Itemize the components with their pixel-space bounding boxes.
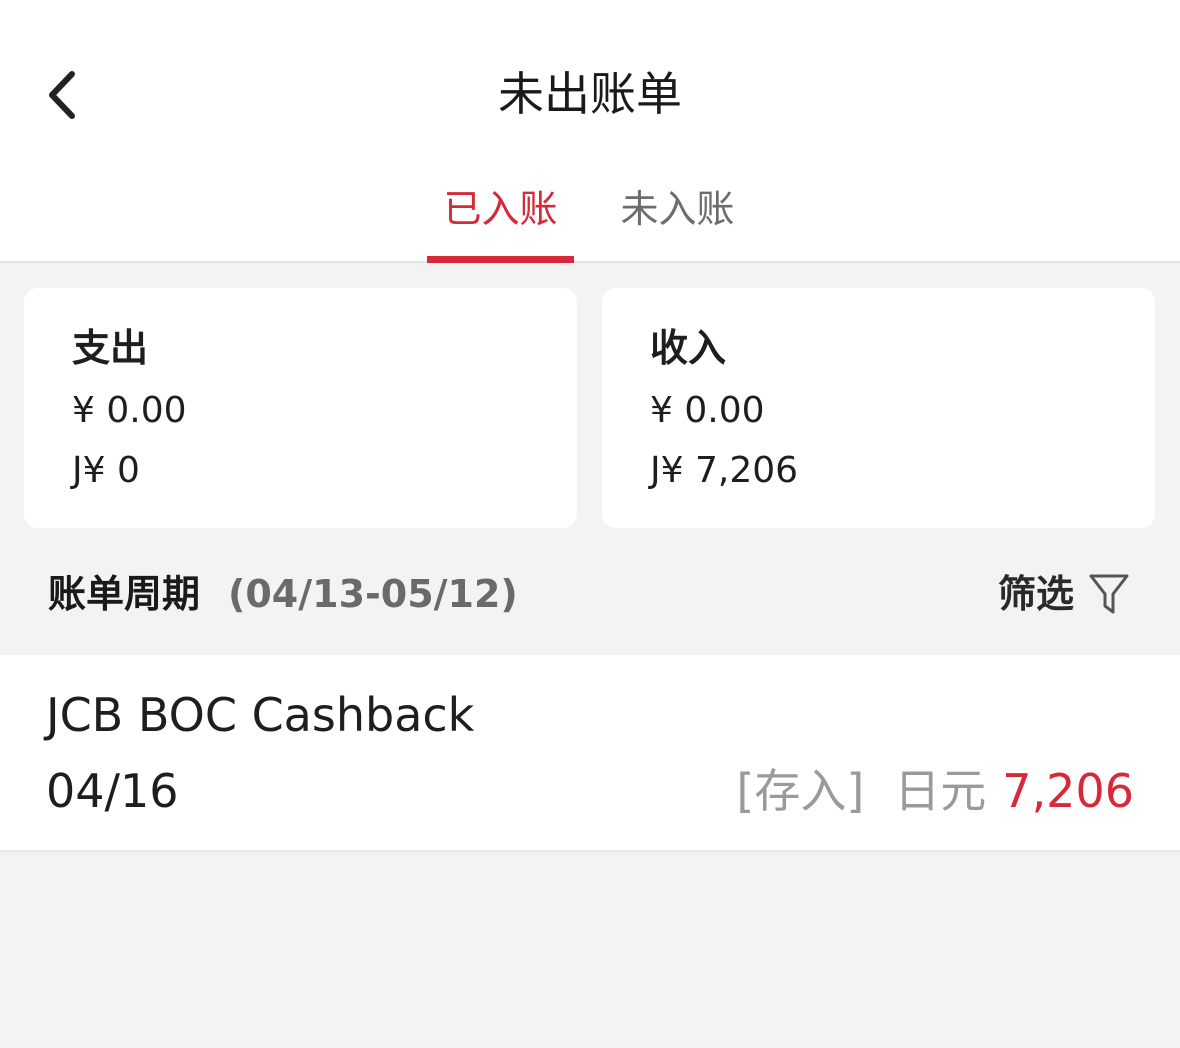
income-label: 收入	[650, 326, 727, 370]
income-summary-card: 收入 ¥ 0.00 J¥ 7,206	[602, 288, 1155, 528]
transaction-row[interactable]: JCB BOC Cashback 04/16 [存入] 日元 7,206	[0, 655, 1180, 852]
tab-posted[interactable]: 已入账	[427, 184, 574, 234]
income-jpy-value: J¥ 7,206	[650, 450, 799, 491]
transaction-currency: 日元	[894, 764, 987, 818]
filter-button[interactable]: 筛选	[998, 569, 1130, 619]
tab-pending[interactable]: 未入账	[604, 184, 751, 234]
expense-label: 支出	[72, 326, 149, 370]
active-tab-indicator	[427, 256, 574, 263]
top-bar: 未出账单 已入账 未入账	[0, 0, 1180, 263]
billing-period-range: (04/13-05/12)	[228, 572, 518, 616]
transaction-amount: 7,206	[1002, 764, 1134, 818]
filter-funnel-icon	[1089, 574, 1129, 614]
billing-period-label: 账单周期	[48, 572, 201, 616]
filter-label: 筛选	[997, 572, 1074, 616]
transaction-date: 04/16	[46, 764, 179, 818]
expense-summary-card: 支出 ¥ 0.00 J¥ 0	[24, 288, 577, 528]
page-title: 未出账单	[498, 67, 682, 121]
income-cny-value: ¥ 0.00	[650, 390, 765, 431]
transaction-amount-group: [存入] 日元 7,206	[736, 761, 1134, 821]
transaction-merchant: JCB BOC Cashback	[46, 688, 475, 742]
billing-period-bar: 账单周期 (04/13-05/12) 筛选	[0, 545, 1180, 655]
expense-jpy-value: J¥ 0	[72, 450, 140, 491]
expense-cny-value: ¥ 0.00	[72, 390, 187, 431]
transaction-type-tag: [存入]	[736, 764, 865, 818]
